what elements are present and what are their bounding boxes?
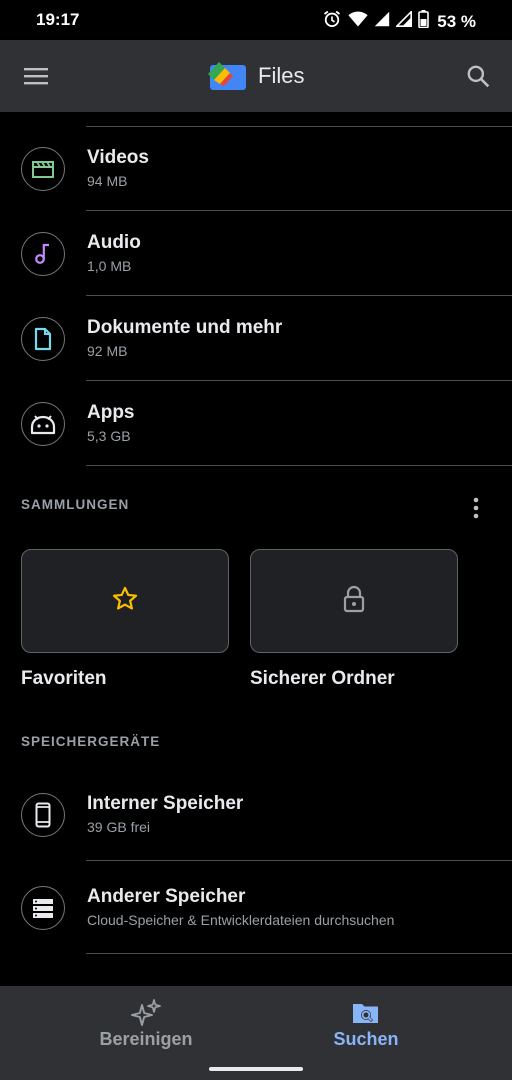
storage-icon (21, 886, 65, 930)
bottom-navigation: Bereinigen Suchen (0, 986, 512, 1080)
nav-clean-label: Bereinigen (99, 1029, 193, 1049)
category-title: Apps (87, 402, 135, 423)
document-icon (21, 317, 65, 361)
storage-other[interactable]: Anderer Speicher Cloud-Speicher & Entwic… (0, 865, 512, 949)
category-videos[interactable]: Videos 94 MB (0, 126, 512, 210)
category-title: Audio (87, 232, 141, 253)
star-icon (111, 585, 139, 618)
lock-icon (342, 585, 366, 618)
home-indicator[interactable] (209, 1067, 303, 1071)
battery-icon (418, 10, 430, 33)
signal-secondary-icon (395, 9, 413, 32)
menu-button[interactable] (20, 62, 52, 90)
nav-search-label: Suchen (333, 1029, 399, 1049)
category-title: Dokumente und mehr (87, 317, 283, 338)
safe-folder-label: Sicherer Ordner (250, 668, 395, 689)
android-icon (21, 402, 65, 446)
storage-title: Anderer Speicher (87, 886, 246, 907)
favorites-card[interactable] (21, 549, 229, 653)
status-bar: 19:17 53 % (0, 0, 512, 40)
storage-subtitle: Cloud-Speicher & Entwicklerdateien durch… (87, 912, 395, 928)
search-icon (467, 65, 490, 88)
folder-search-icon (350, 998, 382, 1028)
alarm-icon (322, 9, 342, 34)
wifi-icon (348, 10, 368, 33)
storage-internal[interactable]: Interner Speicher 39 GB frei (0, 772, 512, 856)
more-vert-icon (473, 497, 479, 519)
category-title: Videos (87, 147, 149, 168)
favorites-label: Favoriten (21, 668, 107, 689)
collections-header: SAMMLUNGEN (21, 497, 130, 512)
category-documents[interactable]: Dokumente und mehr 92 MB (0, 296, 512, 380)
category-size: 5,3 GB (87, 428, 131, 444)
collections-more-button[interactable] (462, 492, 490, 524)
phone-icon (21, 793, 65, 837)
safe-folder-card[interactable] (250, 549, 458, 653)
battery-level: 53 % (437, 11, 476, 31)
status-icons: 53 % (322, 9, 476, 34)
storage-header: SPEICHERGERÄTE (21, 734, 161, 749)
category-audio[interactable]: Audio 1,0 MB (0, 211, 512, 295)
divider (86, 465, 512, 466)
divider (86, 953, 512, 954)
category-size: 92 MB (87, 343, 128, 359)
sparkle-icon (130, 998, 162, 1028)
storage-title: Interner Speicher (87, 793, 244, 814)
nav-search[interactable]: Suchen (238, 986, 494, 1058)
music-note-icon (21, 232, 65, 276)
files-logo-icon (207, 60, 247, 92)
status-time: 19:17 (36, 10, 80, 29)
storage-subtitle: 39 GB frei (87, 819, 151, 835)
divider (86, 860, 512, 861)
video-clapper-icon (21, 147, 65, 191)
app-title: Files (258, 63, 305, 88)
category-apps[interactable]: Apps 5,3 GB (0, 381, 512, 465)
category-size: 94 MB (87, 173, 128, 189)
signal-icon (374, 11, 390, 32)
hamburger-menu-icon (24, 68, 48, 85)
search-button[interactable] (462, 60, 494, 92)
nav-clean[interactable]: Bereinigen (18, 986, 274, 1058)
app-bar: Files (0, 40, 512, 112)
category-size: 1,0 MB (87, 258, 132, 274)
